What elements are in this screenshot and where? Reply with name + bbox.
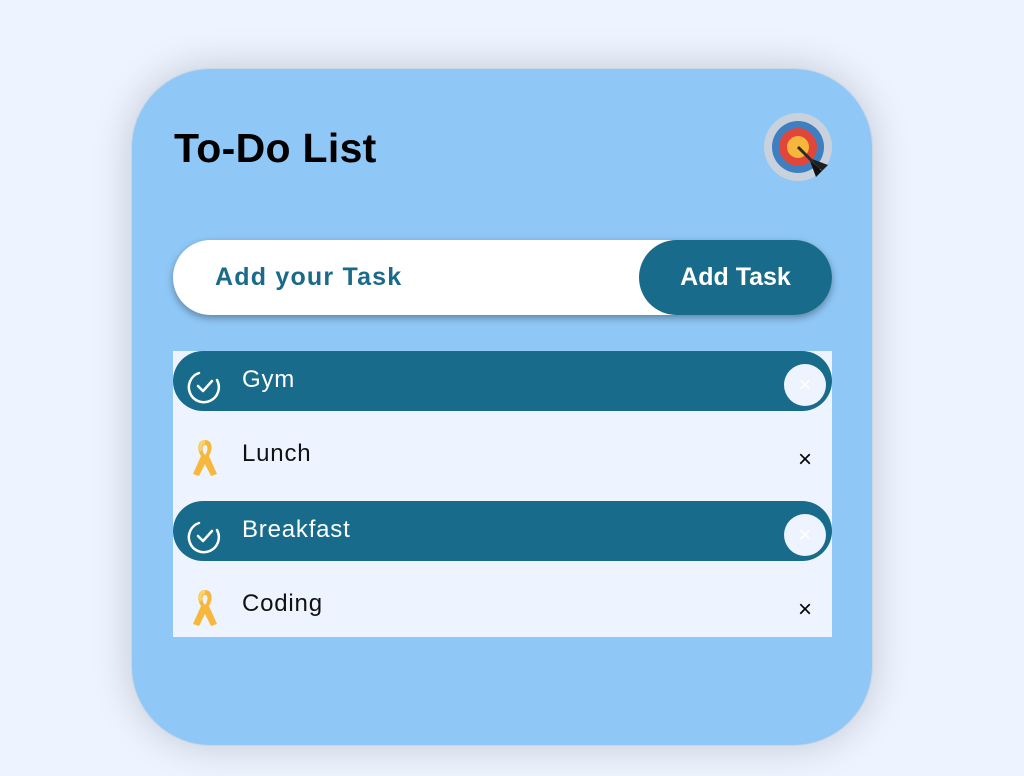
- page-title: To-Do List: [174, 125, 377, 171]
- task-list: Gym × Lunch × Breakfast × Coding ×: [173, 351, 832, 637]
- ribbon-icon: [193, 440, 217, 476]
- task-label: Gym: [242, 366, 296, 393]
- task-label: Breakfast: [242, 516, 351, 543]
- todo-card: To-Do List Add Task Gym × Lunch ×: [131, 68, 873, 746]
- add-task-button[interactable]: Add Task: [639, 240, 832, 315]
- ribbon-icon: [193, 590, 217, 626]
- check-circle-icon: [187, 371, 221, 404]
- task-input[interactable]: [173, 240, 639, 315]
- task-label: Lunch: [242, 440, 312, 467]
- add-task-form: Add Task: [173, 240, 832, 315]
- task-item[interactable]: Coding ×: [173, 576, 832, 636]
- target-dart-icon: [764, 113, 832, 181]
- remove-task-button[interactable]: ×: [784, 514, 826, 556]
- task-item[interactable]: Breakfast ×: [173, 501, 832, 561]
- check-circle-icon: [187, 521, 221, 554]
- remove-task-button[interactable]: ×: [784, 439, 826, 481]
- task-item[interactable]: Lunch ×: [173, 426, 832, 486]
- task-item[interactable]: Gym ×: [173, 351, 832, 411]
- remove-task-button[interactable]: ×: [784, 589, 826, 631]
- remove-task-button[interactable]: ×: [784, 364, 826, 406]
- task-label: Coding: [242, 590, 323, 617]
